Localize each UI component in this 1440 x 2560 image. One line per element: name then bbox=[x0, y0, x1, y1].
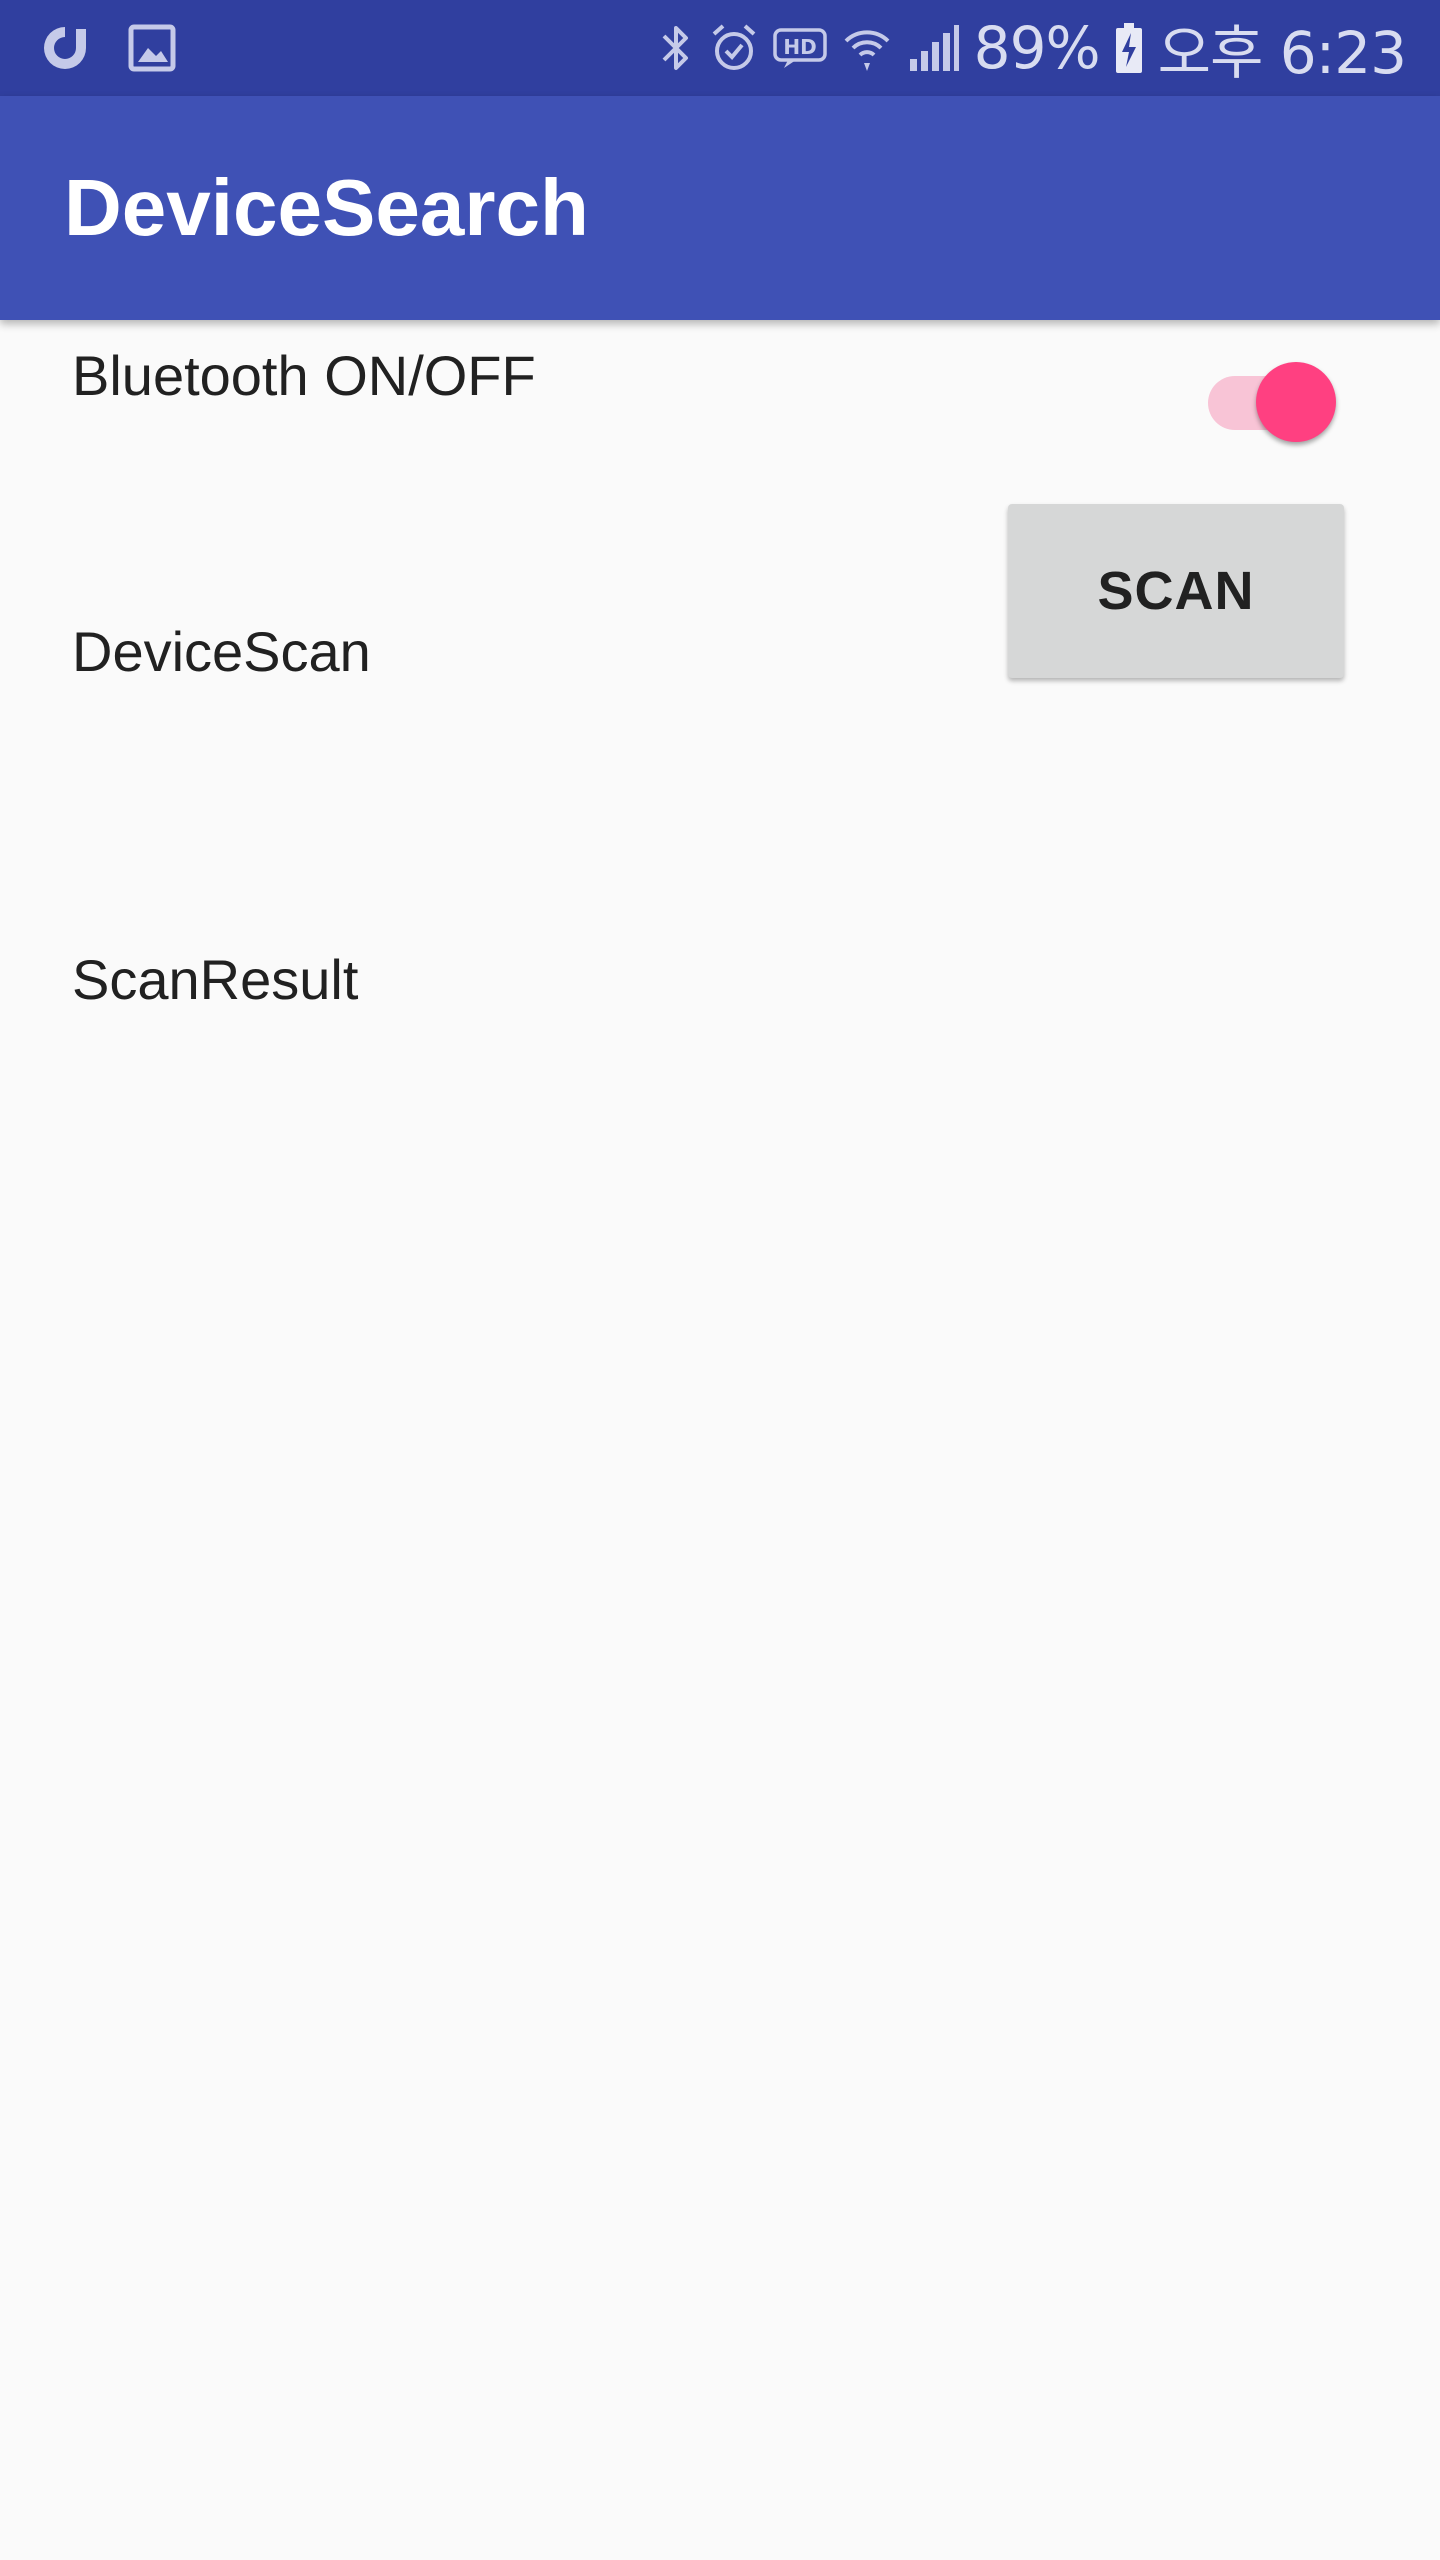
bluetooth-icon bbox=[656, 20, 696, 76]
app-title: DeviceSearch bbox=[64, 163, 589, 252]
wifi-icon bbox=[842, 23, 892, 73]
switch-thumb[interactable] bbox=[1256, 362, 1336, 442]
signal-icon bbox=[906, 23, 960, 73]
battery-charging-icon bbox=[1114, 21, 1144, 75]
circle-app-icon bbox=[38, 21, 92, 75]
status-bar: HD 89% 오후 6:23 bbox=[0, 0, 1440, 96]
main-content: Bluetooth ON/OFF DeviceScan SCAN ScanRes… bbox=[0, 320, 1440, 2560]
alarm-icon bbox=[710, 22, 758, 74]
status-bar-left bbox=[38, 0, 176, 96]
scan-button[interactable]: SCAN bbox=[1008, 504, 1344, 678]
bluetooth-label: Bluetooth ON/OFF bbox=[72, 344, 536, 407]
status-time: 오후 6:23 bbox=[1157, 19, 1407, 87]
scan-result-label: ScanResult bbox=[72, 948, 359, 1011]
status-bar-right: HD 89% 오후 6:23 bbox=[656, 0, 1407, 96]
device-scan-label: DeviceScan bbox=[72, 620, 371, 683]
image-icon bbox=[128, 24, 176, 72]
app-bar: DeviceSearch bbox=[0, 96, 1440, 320]
hd-icon: HD bbox=[772, 26, 828, 70]
bluetooth-toggle-switch[interactable] bbox=[1204, 350, 1344, 442]
battery-percent: 89% bbox=[973, 14, 1101, 82]
svg-text:HD: HD bbox=[783, 35, 816, 59]
